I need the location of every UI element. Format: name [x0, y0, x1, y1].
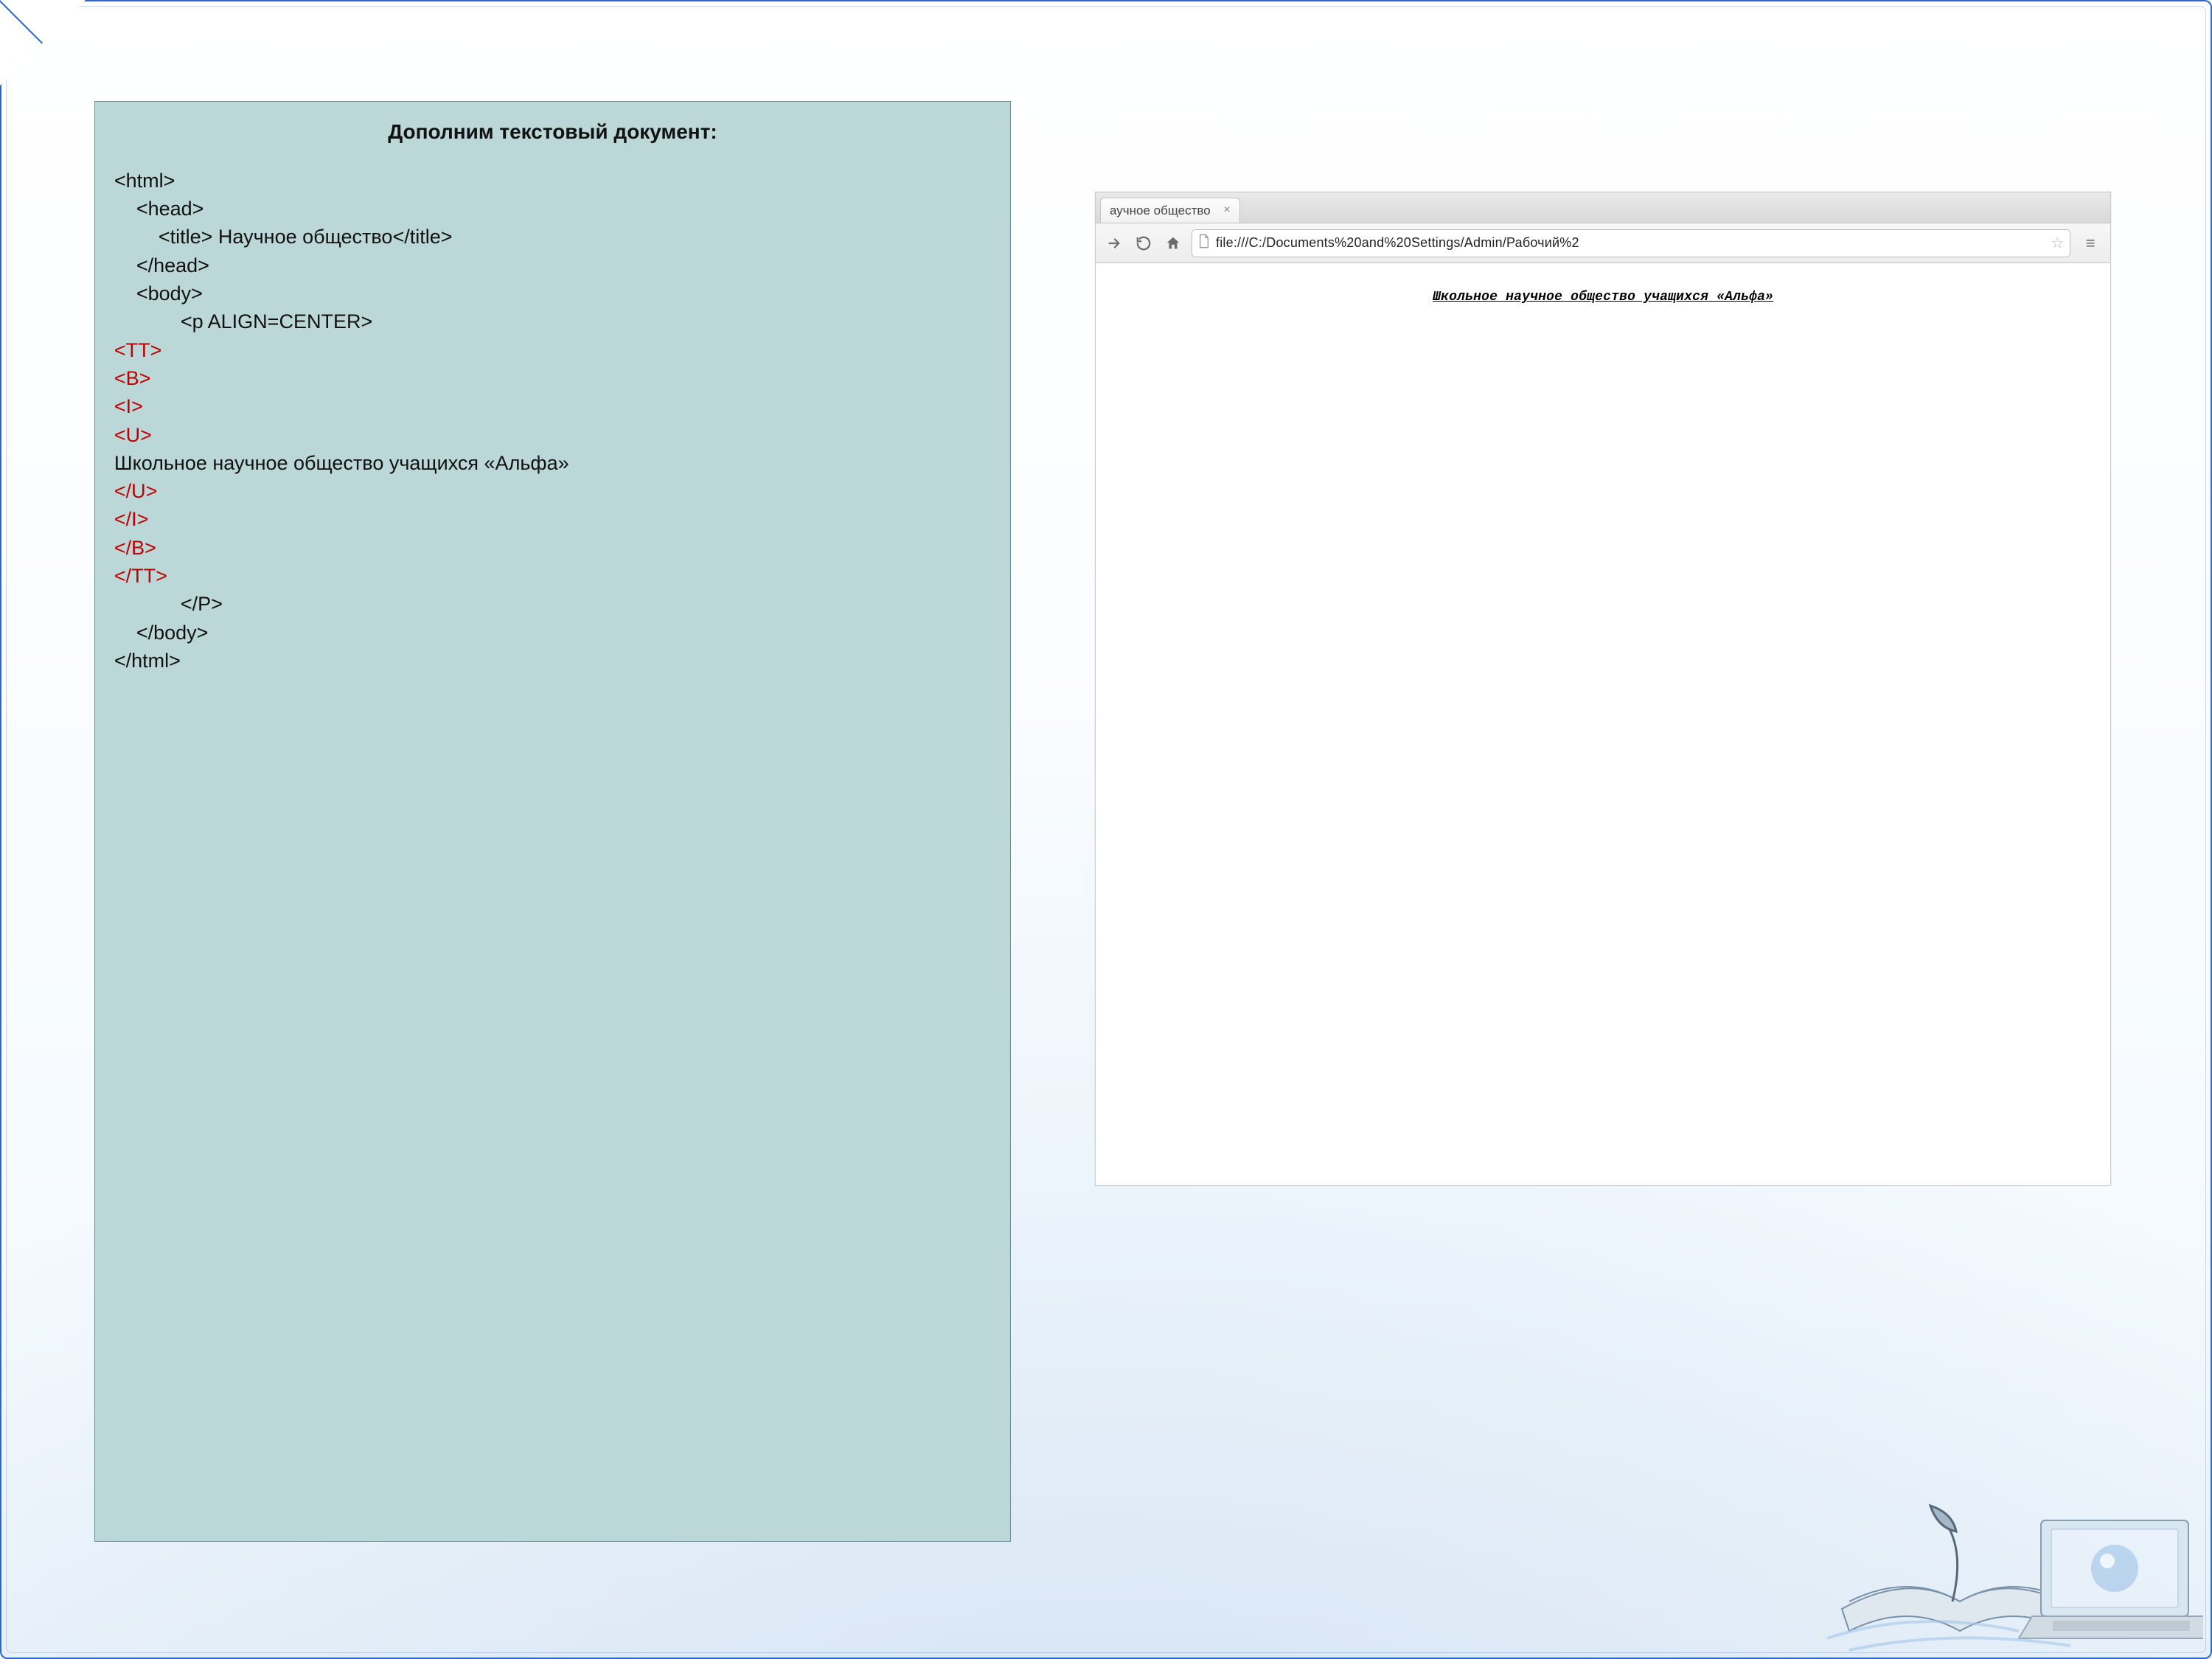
code-line: Школьное научное общество учащихся «Альф… [114, 449, 991, 477]
code-line: </body> [114, 619, 991, 647]
menu-icon[interactable]: ≡ [2078, 231, 2103, 256]
browser-tabstrip: аучное общество × [1096, 192, 2110, 223]
code-line: <head> [114, 195, 991, 223]
code-line: </U> [114, 477, 991, 505]
browser-tab[interactable]: аучное общество × [1100, 198, 1240, 223]
code-line: </B> [114, 534, 991, 562]
code-line: <title> Научное общество</title> [114, 223, 991, 251]
browser-window: аучное общество × file:///C:/Documents%2… [1095, 192, 2111, 1186]
reload-icon[interactable] [1133, 232, 1155, 254]
code-line: <body> [114, 279, 991, 307]
code-line: <I> [114, 392, 991, 420]
code-line: <B> [114, 364, 991, 392]
code-line: </P> [114, 590, 991, 618]
tab-title: аучное общество [1110, 204, 1213, 218]
home-icon[interactable] [1162, 232, 1184, 254]
code-listing: <html> <head> <title> Научное общество</… [114, 167, 991, 675]
code-line: </I> [114, 505, 991, 533]
address-url: file:///C:/Documents%20and%20Settings/Ad… [1216, 235, 2045, 251]
decorative-illustration [1820, 1469, 2203, 1653]
code-panel: Дополним текстовый документ: <html> <hea… [94, 101, 1011, 1542]
document-icon [1198, 234, 1210, 252]
address-bar[interactable]: file:///C:/Documents%20and%20Settings/Ad… [1192, 229, 2070, 257]
corner-decoration [0, 0, 87, 87]
code-line: <html> [114, 167, 991, 195]
slide-frame: Дополним текстовый документ: <html> <hea… [0, 0, 2212, 1659]
code-line: </head> [114, 251, 991, 279]
code-line: </html> [114, 647, 991, 675]
forward-icon[interactable] [1103, 232, 1125, 254]
code-line: <U> [114, 421, 991, 449]
code-panel-title: Дополним текстовый документ: [114, 118, 991, 146]
browser-viewport: Школьное научное общество учащихся «Альф… [1096, 263, 2110, 1185]
code-line: <p ALIGN=CENTER> [114, 307, 991, 335]
code-line: <TT> [114, 336, 991, 364]
rendered-heading: Школьное научное общество учащихся «Альф… [1433, 290, 1773, 305]
bookmark-star-icon[interactable]: ☆ [2051, 234, 2064, 252]
close-icon[interactable]: × [1220, 204, 1234, 218]
browser-toolbar: file:///C:/Documents%20and%20Settings/Ad… [1096, 223, 2110, 263]
code-line: </TT> [114, 562, 991, 590]
